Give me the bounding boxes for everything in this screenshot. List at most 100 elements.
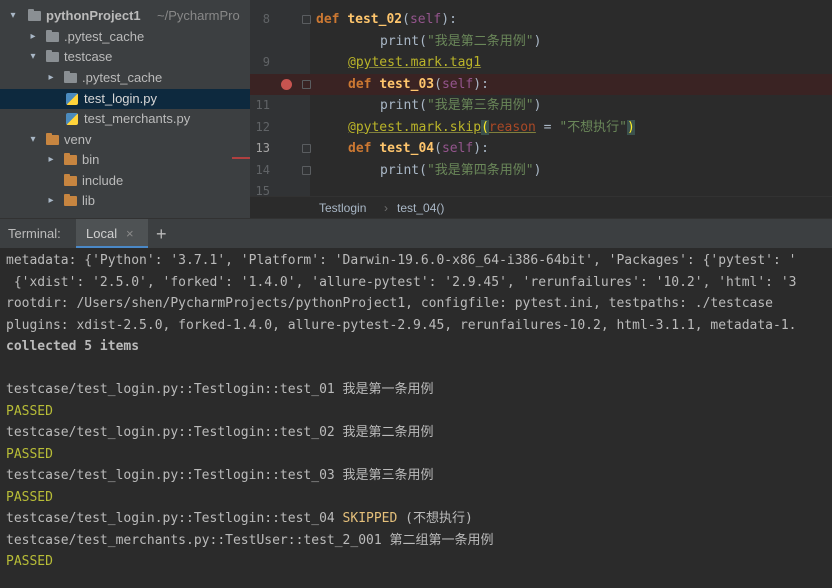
code-punct: ( (402, 12, 410, 27)
code-string: "我是第四条用例" (426, 162, 534, 178)
tree-item-label: .pytest_cache (82, 70, 163, 85)
folder-icon (64, 194, 77, 206)
folder-icon (46, 30, 59, 42)
fold-icon[interactable] (302, 165, 311, 175)
tree-item-venv[interactable]: ▾ venv (0, 130, 250, 150)
tab-label: Local (86, 226, 118, 241)
code-string: "我是第三条用例" (426, 98, 534, 113)
add-tab-icon[interactable]: + (156, 219, 167, 249)
code-function-name: test_03 (379, 76, 435, 92)
breadcrumb-class[interactable]: Testlogin (319, 197, 366, 218)
breadcrumb-method[interactable]: test_04() (397, 197, 444, 218)
terminal-line: collected 5 items (6, 339, 140, 354)
breakpoint-icon[interactable] (281, 78, 292, 90)
terminal-line: testcase/test_merchants.py::TestUser::te… (6, 532, 494, 548)
code-self: self (441, 76, 474, 92)
terminal-line: plugins: xdist-2.5.0, forked-1.4.0, allu… (6, 317, 797, 333)
terminal-line: metadata: {'Python': '3.7.1', 'Platform'… (6, 253, 797, 268)
code-function-name: test_04 (379, 141, 435, 156)
chevron-right-icon[interactable]: ▸ (28, 27, 38, 47)
tree-item-label: bin (82, 152, 100, 167)
terminal-title: Terminal: (8, 226, 61, 241)
chevron-down-icon[interactable]: ▾ (28, 130, 38, 150)
chevron-down-icon[interactable]: ▾ (28, 47, 38, 67)
code-self: self (409, 12, 442, 27)
code-call: print (380, 162, 420, 178)
folder-icon (64, 174, 77, 186)
tree-item-testcase-pytest-cache[interactable]: ▸ .pytest_cache (0, 68, 250, 88)
code-punct: ) (533, 98, 542, 113)
tree-item-bin[interactable]: ▸ bin (0, 150, 250, 170)
skip-reason: (不想执行) (397, 511, 473, 526)
python-file-icon (66, 93, 78, 105)
folder-icon (46, 133, 59, 145)
chevron-down-icon[interactable]: ▾ (8, 6, 18, 26)
terminal-line: testcase/test_login.py::Testlogin::test_… (6, 425, 434, 440)
python-file-icon (66, 113, 78, 125)
code-punct: ( (434, 141, 442, 156)
project-name: pythonProject1 (46, 8, 141, 23)
tree-item-lib[interactable]: ▸ lib (0, 191, 250, 211)
code-punct: ): (441, 12, 457, 27)
folder-icon (28, 9, 41, 21)
code-line[interactable]: 12 print("我是第三条用例") (250, 95, 832, 134)
code-line-breakpoint[interactable]: 11 def test_03(self): (250, 73, 832, 112)
code-line[interactable]: 14 def test_04(self): (250, 138, 832, 177)
code-punct: ): (473, 141, 489, 156)
code-call: print (380, 98, 420, 113)
code-line[interactable]: 16 (250, 181, 832, 196)
fold-icon[interactable] (302, 79, 311, 89)
code-line[interactable]: 15 print("我是第四条用例") (250, 160, 832, 199)
chevron-right-icon[interactable]: ▸ (46, 191, 56, 211)
terminal-toolbar: Terminal: Local × + (0, 218, 832, 249)
code-punct: ( (434, 76, 442, 92)
tab-local[interactable]: Local × (76, 219, 148, 249)
chevron-right-icon[interactable]: ▸ (46, 150, 56, 170)
terminal-line-passed: PASSED (6, 446, 53, 462)
terminal-line: testcase/test_login.py::Testlogin::test_… (6, 468, 434, 483)
code-decorator: @pytest.mark.tag1 (348, 55, 482, 70)
code-string: "我是第二条用例" (426, 33, 534, 49)
code-line[interactable]: 8 def test_02(self): (250, 9, 832, 31)
project-path: ~/PycharmPro (157, 8, 240, 23)
code-punct: ) (533, 33, 542, 49)
tree-item-test-merchants[interactable]: test_merchants.py (0, 109, 250, 129)
terminal-line: rootdir: /Users/shen/PycharmProjects/pyt… (6, 296, 774, 311)
folder-icon (46, 50, 59, 62)
code-function-name: test_02 (347, 12, 403, 27)
folder-icon (64, 153, 77, 165)
code-punct: ) (533, 162, 542, 178)
code-editor[interactable]: 8 def test_02(self): 9 print("我是第二条用例") … (250, 0, 832, 218)
skipped-label: SKIPPED (342, 511, 398, 526)
chevron-right-icon[interactable]: ▸ (46, 68, 56, 88)
tree-root[interactable]: ▾ pythonProject1 ~/PycharmPro (0, 6, 250, 26)
close-icon[interactable]: × (126, 219, 134, 249)
code-keyword: def (348, 141, 380, 156)
terminal-output[interactable]: metadata: {'Python': '3.7.1', 'Platform'… (0, 248, 832, 588)
code-string: "不想执行" (559, 119, 627, 135)
fold-icon[interactable] (302, 15, 311, 24)
fold-icon[interactable] (302, 144, 311, 153)
code-punct: ) (627, 119, 635, 135)
tree-item-label: .pytest_cache (64, 29, 145, 44)
project-tree: ▾ pythonProject1 ~/PycharmPro ▸ .pytest_… (0, 0, 250, 218)
code-keyword: def (348, 76, 380, 92)
terminal-line: {'xdist': '2.5.0', 'forked': '1.4.0', 'a… (6, 274, 797, 290)
code-punct: ( (419, 33, 427, 49)
tree-item-label: venv (64, 132, 92, 147)
terminal-line-passed: PASSED (6, 554, 53, 569)
code-punct: ( (419, 162, 427, 178)
tree-item-pytest-cache[interactable]: ▸ .pytest_cache (0, 27, 250, 47)
tree-item-include[interactable]: include (0, 171, 250, 191)
folder-icon (64, 71, 77, 83)
code-keyword: def (316, 12, 348, 27)
code-line[interactable]: 13 @pytest.mark.skip(reason = "不想执行") (250, 117, 832, 155)
breadcrumb: Testlogin › test_04() (250, 196, 832, 218)
tree-item-label: test_merchants.py (84, 111, 191, 126)
code-punct: ( (481, 119, 489, 135)
tree-item-test-login[interactable]: test_login.py (0, 89, 250, 109)
terminal-line-skipped-row: testcase/test_login.py::Testlogin::test_… (6, 508, 473, 530)
tree-item-testcase[interactable]: ▾ testcase (0, 47, 250, 67)
code-line[interactable]: 10 @pytest.mark.tag1 (250, 52, 832, 91)
code-line[interactable]: 9 print("我是第二条用例") (250, 31, 832, 70)
